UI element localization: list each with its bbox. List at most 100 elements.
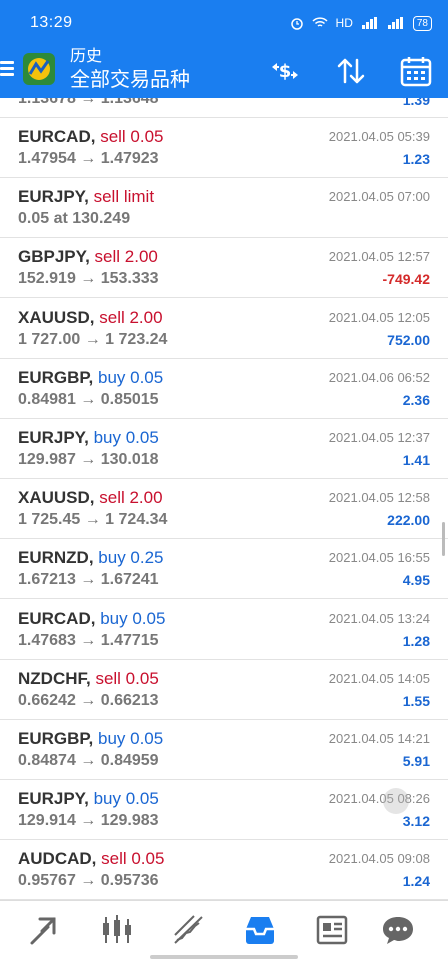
alarm-icon	[290, 18, 303, 30]
deal-prices: 129.987 → 130.018	[18, 451, 159, 468]
deal-time: 2021.04.05 08:26	[328, 791, 430, 807]
trade-icon[interactable]	[28, 913, 62, 947]
floating-touch-indicator	[383, 788, 409, 814]
deal-symbol: EURCAD	[18, 608, 91, 628]
deal-prices: 0.84874 → 0.84959	[18, 752, 159, 769]
deal-title: EURJPY, sell limit	[18, 187, 155, 207]
deal-prices: 1.13678 → 1.13648	[18, 98, 159, 107]
status-icons: HD 78	[290, 15, 432, 31]
deal-prices: 0.84981 → 0.85015	[18, 390, 159, 408]
status-time: 13:29	[30, 14, 73, 31]
deal-profit: 1.39	[402, 98, 430, 108]
deal-time: 2021.04.05 12:58	[328, 490, 430, 506]
list-item[interactable]: XAUUSD, sell 2.00 1 727.00 → 1 723.24 2021…	[0, 299, 448, 359]
deal-prices: 1.47683 → 1.47715	[18, 631, 159, 649]
deal-action: buy 0.05	[100, 608, 166, 628]
deal-title: NZDCHF, sell 0.05	[18, 668, 159, 688]
deal-prices: 0.66242 → 0.66213	[18, 691, 159, 709]
deal-symbol: EURNZD	[18, 548, 89, 568]
list-item[interactable]: EURJPY, buy 0.05 129.987 → 130.018 2021.04…	[0, 419, 448, 479]
history-list[interactable]: EURCAD, sell 0.05 1.47954 → 1.47923 2021.0…	[0, 118, 448, 920]
menu-icon[interactable]	[0, 58, 14, 82]
list-item[interactable]: EURCAD, buy 0.05 1.47683 → 1.47715 2021.04…	[0, 600, 448, 660]
list-item[interactable]: EURNZD, buy 0.25 1.67213 → 1.67241 2021.04…	[0, 539, 448, 600]
deal-prices: 129.914 → 129.983	[18, 812, 159, 830]
deal-action: sell 0.05	[101, 849, 165, 869]
list-item[interactable]: XAUUSD, sell 2.00 1 725.45 → 1 724.34 2021…	[0, 479, 448, 540]
header-titles: 历史 全部交易品种	[70, 47, 190, 93]
deal-time: 2021.04.05 05:39	[328, 129, 430, 144]
deal-action: buy 0.05	[93, 789, 159, 809]
deal-symbol: XAUUSD	[18, 488, 90, 508]
deal-title: EURJPY, buy 0.05	[18, 789, 159, 809]
deal-profit: -749.42	[382, 271, 430, 288]
calendar-icon[interactable]	[399, 54, 433, 88]
scrollbar[interactable]	[442, 522, 445, 556]
deal-profit: 1.55	[402, 692, 430, 709]
list-item[interactable]: GBPJPY, sell 2.00 152.919 → 153.333 2021.0…	[0, 238, 448, 299]
history-icon[interactable]	[243, 913, 277, 947]
bottom-nav	[0, 900, 448, 960]
deal-symbol: AUDCAD	[18, 849, 92, 869]
chat-icon[interactable]	[381, 913, 415, 947]
deal-symbol: XAUUSD	[18, 307, 90, 327]
deal-prices: 1 725.45 → 1 724.34	[18, 511, 168, 529]
deal-title: XAUUSD, sell 2.00	[18, 488, 163, 508]
deal-symbol: EURCAD	[18, 127, 91, 146]
deal-prices: 152.919 → 153.333	[18, 270, 159, 288]
list-item[interactable]: EURJPY, sell limit 0.05 at 130.249 2021.04…	[0, 178, 448, 239]
deal-action: sell 0.05	[95, 668, 159, 688]
list-item-partial[interactable]: 1.13678 → 1.13648 1.39	[0, 98, 448, 118]
list-item[interactable]: EURGBP, buy 0.05 0.84981 → 0.85015 2021.04…	[0, 359, 448, 419]
deal-symbol: EURJPY	[18, 187, 85, 207]
chart-candles-icon[interactable]	[100, 913, 134, 947]
deal-time: 2021.04.05 12:57	[328, 249, 430, 265]
deal-action: buy 0.05	[98, 729, 164, 748]
battery-indicator: 78	[412, 15, 432, 31]
deal-profit: 5.91	[402, 753, 430, 769]
deal-prices: 0.05 at 130.249	[18, 210, 131, 228]
deal-time: 2021.04.06 06:52	[328, 369, 430, 385]
list-item[interactable]: EURGBP, buy 0.05 0.84874 → 0.84959 2021.04…	[0, 720, 448, 780]
deal-time: 2021.04.05 07:00	[328, 189, 430, 205]
deal-prices: 1.67213 → 1.67241	[18, 571, 159, 589]
deal-action: buy 0.25	[98, 548, 164, 568]
sort-icon[interactable]	[334, 54, 368, 88]
deal-title: EURGBP, buy 0.05	[18, 729, 164, 748]
deal-profit: 1.41	[402, 452, 430, 468]
deal-symbol: EURGBP	[18, 729, 89, 748]
deal-symbol: EURJPY	[18, 428, 85, 447]
list-item[interactable]: EURJPY, buy 0.05 129.914 → 129.983 2021.04…	[0, 780, 448, 841]
deal-time: 2021.04.05 12:37	[328, 430, 430, 445]
list-item[interactable]: NZDCHF, sell 0.05 0.66242 → 0.66213 2021.0…	[0, 660, 448, 720]
deal-profit: 222.00	[387, 512, 430, 529]
deal-action: sell 0.05	[100, 127, 164, 146]
currency-swap-icon[interactable]: $	[268, 54, 302, 88]
deal-title: EURCAD, buy 0.05	[18, 608, 166, 628]
deal-symbol: EURGBP	[18, 367, 89, 387]
news-icon[interactable]	[315, 913, 349, 947]
deal-title: EURJPY, buy 0.05	[18, 428, 159, 447]
deal-action: sell 2.00	[99, 488, 163, 508]
app-bar: 历史 全部交易品种 $	[0, 46, 448, 98]
deal-action: buy 0.05	[98, 367, 164, 387]
deal-time: 2021.04.05 14:05	[328, 670, 430, 686]
deal-profit: 752.00	[387, 331, 430, 348]
status-bar: 13:29 HD 78	[0, 0, 448, 46]
network-label: HD	[335, 16, 353, 30]
deal-time: 2021.04.05 12:05	[328, 309, 430, 325]
symbol-filter-label[interactable]: 全部交易品种	[70, 67, 190, 93]
deal-time: 2021.04.05 14:21	[328, 731, 430, 746]
list-item[interactable]: AUDCAD, sell 0.05 0.95767 → 0.95736 2021.0…	[0, 840, 448, 901]
page-title: 历史	[70, 48, 103, 65]
deal-action: buy 0.05	[93, 428, 159, 447]
deal-action: sell 2.00	[99, 307, 163, 327]
signal-icon	[361, 17, 377, 29]
deal-time: 2021.04.05 13:24	[328, 610, 430, 626]
deal-title: AUDCAD, sell 0.05	[18, 849, 165, 869]
analysis-icon[interactable]	[172, 913, 206, 947]
deal-time: 2021.04.05 09:08	[328, 851, 430, 867]
deal-profit: 1.24	[402, 873, 430, 890]
deal-symbol: EURJPY	[18, 789, 85, 809]
list-item[interactable]: EURCAD, sell 0.05 1.47954 → 1.47923 2021.0…	[0, 118, 448, 178]
